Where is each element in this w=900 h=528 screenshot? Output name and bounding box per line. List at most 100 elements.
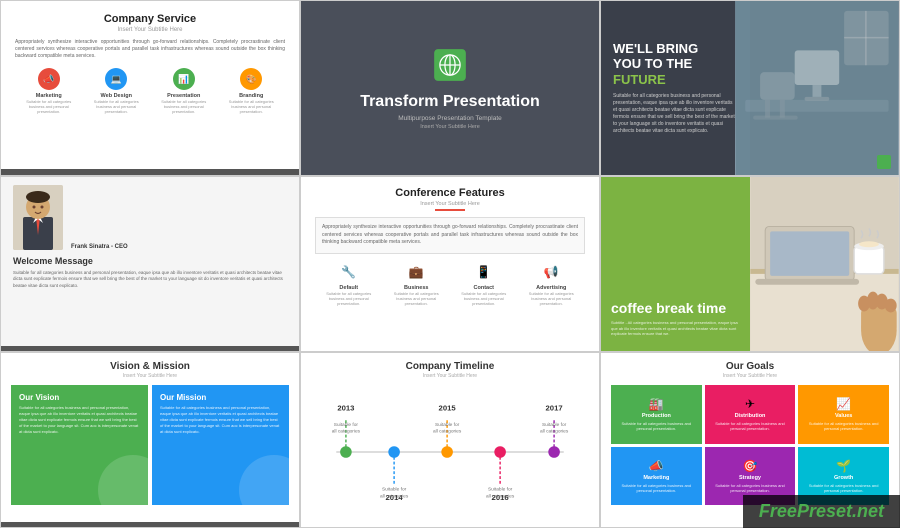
advertising-desc: Suitable for all categories business and… [524,291,579,307]
icon-presentation: 📊 Presentation Suitable for all categori… [159,68,209,115]
strategy-label: Strategy [739,475,761,481]
svg-text:Suitable for: Suitable for [435,422,460,428]
slide-1-icons: 📣 Marketing Suitable for all categories … [15,68,285,115]
features-row: 🔧 Default Suitable for all categories bu… [315,262,585,307]
person-svg [13,185,63,250]
growth-desc: Suitable for all categories business and… [804,483,883,493]
goal-marketing-icon: 📣 [649,459,664,473]
globe-icon [431,46,469,84]
contact-icon: 📱 [474,262,494,282]
slide-conference: Conference Features Insert Your Subtitle… [300,176,600,352]
vision-mission-panels: Our Vision Suitable for all categories b… [11,385,289,505]
goal-distribution: ✈ Distribution Suitable for all categori… [705,385,796,444]
distribution-desc: Suitable for all categories business and… [711,421,790,431]
coffee-title: coffee break time [611,301,740,316]
feature-advertising: 📢 Advertising Suitable for all categorie… [524,262,579,307]
icon-branding: 🎨 Branding Suitable for all categories b… [226,68,276,115]
mission-bg-circle [239,455,289,505]
headline-line1: WE'LL BRING [613,41,738,57]
strategy-icon: 🎯 [743,459,758,473]
vision-title: Our Vision [19,393,140,402]
slide-vision-mission: Vision & Mission Insert Your Subtitle He… [0,352,300,528]
webdesign-icon: 💻 [105,68,127,90]
person-info: Frank Sinatra - CEO [71,244,128,250]
distribution-label: Distribution [735,413,766,419]
slide-3-badge [877,155,891,169]
business-desc: Suitable for all categories business and… [389,291,444,307]
branding-desc: Suitable for all categories business and… [226,99,276,115]
values-desc: Suitable for all categories business and… [804,421,883,431]
svg-text:Suitable for: Suitable for [488,487,513,493]
panel-vision: Our Vision Suitable for all categories b… [11,385,148,505]
feature-contact: 📱 Contact Suitable for all categories bu… [456,262,511,307]
slide-welcome: Frank Sinatra - CEO Welcome Message Suit… [0,176,300,352]
coffee-right [750,177,899,351]
slides-grid: Company Service Insert Your Subtitle Her… [0,0,900,528]
feature-business: 💼 Business Suitable for all categories b… [389,262,444,307]
coffee-desc: Subtitle - All categories business and p… [611,320,740,337]
slide-7-bottom-bar [1,522,299,527]
slide-9-subtitle: Insert Your Subtitle Here [611,373,889,379]
slide-1-bottom-bar [1,169,299,175]
coffee-image [750,177,899,351]
production-label: Production [642,413,671,419]
slide-2-sub-tagline: Insert Your Subtitle Here [420,124,480,130]
watermark-brand: Preset [797,501,852,521]
goal-marketing: 📣 Marketing Suitable for all categories … [611,447,702,506]
marketing-icon: 📣 [38,68,60,90]
svg-text:all categories: all categories [380,493,409,499]
svg-text:Suitable for: Suitable for [334,422,359,428]
svg-text:2017: 2017 [546,404,563,413]
svg-text:all categories: all categories [486,493,515,499]
slide-3-text: WE'LL BRING YOU TO THE FUTURE Suitable f… [601,1,750,175]
slide-9-title: Our Goals [611,361,889,372]
slide-5-underline [435,209,465,211]
goal-values: 📈 Values Suitable for all categories bus… [798,385,889,444]
goal-production: 🏭 Production Suitable for all categories… [611,385,702,444]
goal-marketing-label: Marketing [643,475,669,481]
slide-transform: Transform Presentation Multipurpose Pres… [300,0,600,176]
vision-bg-circle [98,455,148,505]
growth-label: Growth [834,475,853,481]
coffee-left: coffee break time Subtitle - All categor… [601,177,750,351]
contact-desc: Suitable for all categories business and… [456,291,511,307]
feature-default: 🔧 Default Suitable for all categories bu… [321,262,376,307]
timeline-container: 2013 Suitable for all categories 2014 Su… [313,387,587,522]
slide-3-headline: WE'LL BRING YOU TO THE FUTURE [613,41,738,88]
slide-2-title: Transform Presentation [360,92,540,111]
person-section: Frank Sinatra - CEO [13,185,287,250]
slide-5-body: Appropriately synthesize interactive opp… [315,217,585,254]
panel-mission: Our Mission Suitable for all categories … [152,385,289,505]
advertising-icon: 📢 [541,262,561,282]
slide-8-title: Company Timeline [313,361,587,372]
svg-text:all categories: all categories [540,429,569,435]
slide-coffee: coffee break time Subtitle - All categor… [600,176,900,352]
svg-text:2015: 2015 [439,404,457,413]
slide-7-subtitle: Insert Your Subtitle Here [11,373,289,379]
slide-3-small-text: Suitable for all categories business and… [613,93,738,135]
svg-text:Suitable for: Suitable for [382,487,407,493]
slide-5-title: Conference Features [315,187,585,199]
goal-marketing-desc: Suitable for all categories business and… [617,483,696,493]
slide-future: WE'LL BRING YOU TO THE FUTURE Suitable f… [600,0,900,176]
presentation-desc: Suitable for all categories business and… [159,99,209,115]
branding-icon: 🎨 [240,68,262,90]
headline-line2: YOU TO THE [613,56,738,72]
distribution-icon: ✈ [745,397,755,411]
production-icon: 🏭 [649,397,664,411]
svg-text:all categories: all categories [433,429,462,435]
mission-title: Our Mission [160,393,281,402]
watermark-suffix: .net [852,501,884,521]
marketing-desc: Suitable for all categories business and… [24,99,74,115]
slide-1-body: Appropriately synthesize interactive opp… [15,39,285,60]
mission-text: Suitable for all categories business and… [160,405,281,435]
slide-1-title: Company Service [15,13,285,25]
timeline-svg: 2013 Suitable for all categories 2014 Su… [317,387,583,517]
presentation-icon: 📊 [173,68,195,90]
icon-webdesign: 💻 Web Design Suitable for all categories… [91,68,141,115]
default-icon: 🔧 [339,262,359,282]
slide-2-tagline: Multipurpose Presentation Template [398,115,502,122]
slide-company-service: Company Service Insert Your Subtitle Her… [0,0,300,176]
vision-text: Suitable for all categories business and… [19,405,140,435]
slide-3-image [735,1,899,175]
